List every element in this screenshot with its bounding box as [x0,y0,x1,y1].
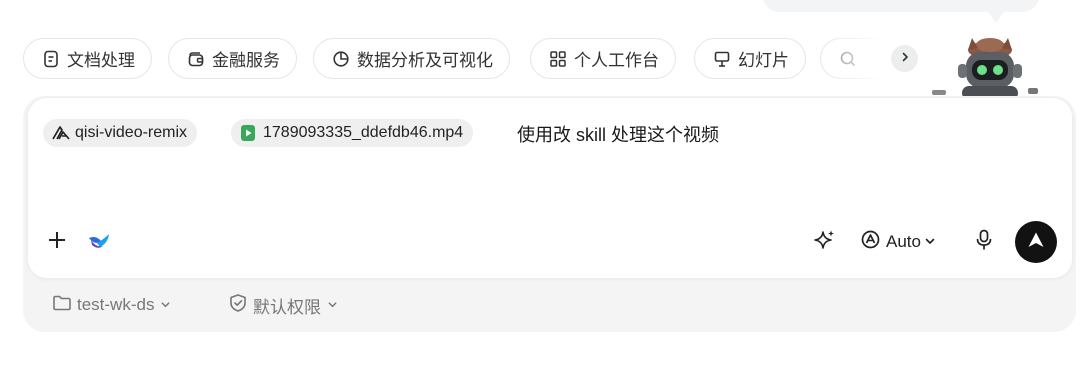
wallet-icon [186,49,206,69]
voice-input-button[interactable] [973,229,995,256]
search-icon [838,49,858,69]
category-chip-row: 文档处理 金融服务 数据分析及可视化 个人工作台 幻灯片 [23,38,923,80]
sparkle-icon [812,228,836,257]
grid-icon [548,49,568,69]
enhance-prompt-button[interactable] [812,230,836,254]
mode-label: Auto [886,232,921,251]
send-arrow-icon [1026,230,1046,255]
chip-slides[interactable]: 幻灯片 [694,38,806,79]
chip-document-processing[interactable]: 文档处理 [23,38,152,79]
chevron-down-icon [160,295,171,315]
chevron-right-icon [899,50,911,68]
chip-label: 幻灯片 [738,51,789,70]
video-file-icon [239,124,261,142]
send-button[interactable] [1015,221,1057,263]
permission-label: 默认权限 [253,297,321,317]
file-tag-label: 1789093335_ddefdb46.mp4 [263,124,464,141]
chip-label: 文档处理 [67,51,135,70]
auto-mode-icon [860,229,881,255]
skill-tag-label: qisi-video-remix [75,124,188,141]
folder-icon [52,294,72,317]
pie-chart-icon [331,49,351,69]
file-attachment-tag[interactable]: 1789093335_ddefdb46.mp4 [231,119,474,147]
mode-selector[interactable]: Auto [860,229,936,255]
chevron-down-icon [924,232,936,252]
document-icon [41,49,61,69]
chip-financial-services[interactable]: 金融服务 [168,38,297,79]
skill-icon [51,124,73,142]
chip-personal-workspace[interactable]: 个人工作台 [530,38,676,79]
mascot-robot-avatar [928,36,1040,100]
model-logo-icon [87,229,111,256]
scroll-right-button[interactable] [891,45,918,72]
plus-icon [47,230,67,255]
workspace-label: test-wk-ds [77,295,155,314]
prompt-input-text[interactable]: 使用改 skill 处理这个视频 [517,121,719,147]
chip-label: 数据分析及可视化 [357,51,493,70]
chip-label: 金融服务 [212,51,280,70]
chip-label: 个人工作台 [574,51,659,70]
speech-bubble-tail [986,9,1006,23]
permission-selector[interactable]: 默认权限 [228,291,338,319]
shield-check-icon [228,293,248,318]
microphone-icon [975,229,993,256]
chip-data-analysis[interactable]: 数据分析及可视化 [313,38,510,79]
presentation-icon [712,49,732,69]
chevron-down-icon [327,295,338,315]
skill-tag[interactable]: qisi-video-remix [43,119,198,147]
workspace-selector[interactable]: test-wk-ds [52,291,171,319]
add-attachment-button[interactable] [46,231,68,253]
model-selector-button[interactable] [86,230,112,254]
